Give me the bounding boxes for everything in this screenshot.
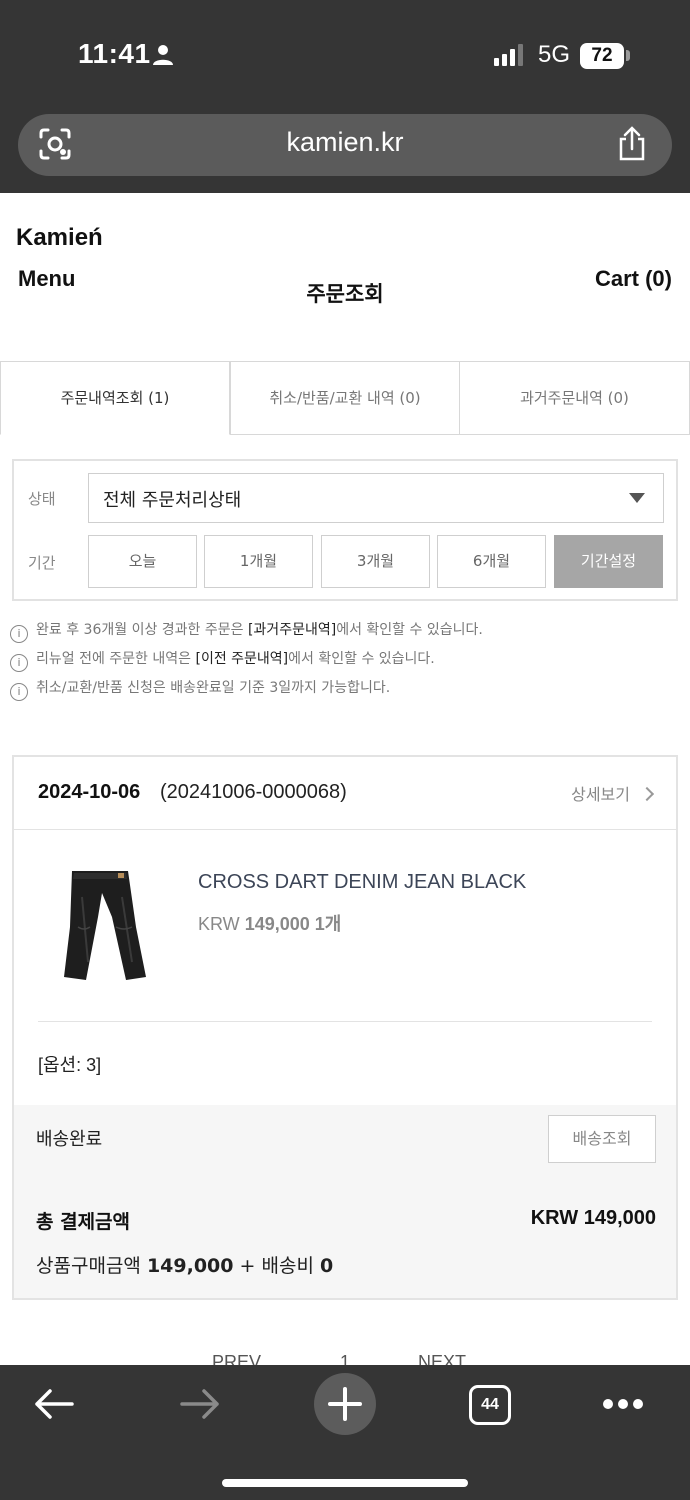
info-icon: i: [10, 625, 28, 643]
order-detail-label: 상세보기: [571, 785, 630, 804]
tab-cancel-return[interactable]: 취소/반품/교환 내역 (0): [230, 361, 460, 435]
person-icon: [153, 45, 173, 65]
status-select[interactable]: 전체 주문처리상태: [88, 473, 664, 523]
notice-previous-orders: i 리뉴얼 전에 주문한 내역은 [이전 주문내역]에서 확인할 수 있습니다.: [10, 648, 435, 672]
home-indicator: [222, 1479, 468, 1487]
period-custom-button[interactable]: 기간설정: [554, 535, 663, 588]
tab-past-orders[interactable]: 과거주문내역 (0): [459, 361, 690, 435]
shipping-summary: 배송완료 배송조회 총 결제금액 KRW 149,000 상품구매금액 149,…: [14, 1105, 676, 1298]
order-date: 2024-10-06: [38, 781, 141, 803]
order-tabs: 주문내역조회 (1) 취소/반품/교환 내역 (0) 과거주문내역 (0): [0, 361, 690, 435]
status-select-value: 전체 주문처리상태: [103, 490, 242, 511]
chevron-right-icon: [639, 786, 655, 802]
forward-arrow-icon[interactable]: [178, 1386, 222, 1422]
cart-link[interactable]: Cart (0): [595, 266, 672, 292]
order-number: (20241006-0000068): [160, 781, 347, 803]
period-today-button[interactable]: 오늘: [88, 535, 197, 588]
period-3month-button[interactable]: 3개월: [321, 535, 430, 588]
signal-icon: [494, 44, 523, 66]
total-label: 총 결제금액: [36, 1211, 131, 1233]
shipping-status: 배송완료: [36, 1129, 103, 1150]
tab-order-history[interactable]: 주문내역조회 (1): [0, 361, 230, 435]
total-value: KRW 149,000: [530, 1207, 656, 1229]
product-price: KRW 149,000 1개: [198, 910, 341, 936]
battery-tip: [626, 50, 630, 61]
past-orders-link[interactable]: [과거주문내역]: [248, 622, 336, 638]
order-card: 2024-10-06 (20241006-0000068) 상세보기 CROSS…: [12, 755, 678, 1300]
price-value: 149,000: [244, 914, 310, 934]
currency: KRW: [198, 914, 240, 934]
shipping-fee: 0: [319, 1255, 334, 1277]
divider: [38, 1021, 652, 1022]
notice-past-orders: i 완료 후 36개월 이상 경과한 주문은 [과거주문내역]에서 확인할 수 있…: [10, 619, 483, 643]
order-header: 2024-10-06 (20241006-0000068) 상세보기: [14, 757, 676, 830]
period-label: 기간: [28, 554, 56, 572]
notice-text: 완료 후 36개월 이상 경과한 주문은: [36, 622, 248, 638]
page-title: 주문조회: [306, 282, 384, 306]
share-icon[interactable]: [616, 126, 648, 162]
notice-text: 리뉴얼 전에 주문한 내역은: [36, 651, 196, 667]
plus-icon: [328, 1387, 362, 1421]
new-tab-button[interactable]: [314, 1373, 376, 1435]
breakdown-amount: 149,000: [146, 1255, 234, 1277]
brand-logo[interactable]: Kamień: [16, 224, 103, 252]
order-filter: 상태 전체 주문처리상태 기간 오늘 1개월 3개월 6개월 기간설정: [12, 459, 678, 601]
info-icon: i: [10, 654, 28, 672]
period-6month-button[interactable]: 6개월: [437, 535, 546, 588]
more-icon[interactable]: [602, 1398, 644, 1410]
payment-breakdown: 상품구매금액 149,000 + 배송비 0: [36, 1251, 333, 1278]
status-label: 상태: [28, 490, 56, 508]
info-icon: i: [10, 683, 28, 701]
url-text[interactable]: kamien.kr: [0, 127, 690, 158]
notice-text: 에서 확인할 수 있습니다.: [288, 651, 435, 667]
chevron-down-icon: [629, 493, 645, 503]
product-name[interactable]: CROSS DART DENIM JEAN BLACK: [198, 871, 526, 894]
track-shipment-button[interactable]: 배송조회: [548, 1115, 656, 1163]
order-detail-link[interactable]: 상세보기: [571, 781, 655, 805]
battery-indicator: 72: [580, 43, 624, 69]
product-thumbnail[interactable]: [52, 867, 152, 985]
tab-switcher-button[interactable]: 44: [469, 1385, 511, 1425]
breakdown-shipping-label: + 배송비: [239, 1255, 314, 1277]
network-label: 5G: [538, 41, 571, 68]
notice-text: 에서 확인할 수 있습니다.: [336, 622, 483, 638]
previous-orders-link[interactable]: [이전 주문내역]: [195, 651, 288, 667]
breakdown-label: 상품구매금액: [36, 1255, 141, 1277]
quantity: 1개: [314, 914, 342, 934]
notice-text: 취소/교환/반품 신청은 배송완료일 기준 3일까지 가능합니다.: [36, 680, 391, 696]
status-time: 11:41: [78, 38, 151, 69]
back-arrow-icon[interactable]: [32, 1386, 76, 1422]
product-option: [옵션: 3]: [38, 1055, 102, 1075]
period-1month-button[interactable]: 1개월: [204, 535, 313, 588]
notice-return-policy: i 취소/교환/반품 신청은 배송완료일 기준 3일까지 가능합니다.: [10, 677, 390, 701]
